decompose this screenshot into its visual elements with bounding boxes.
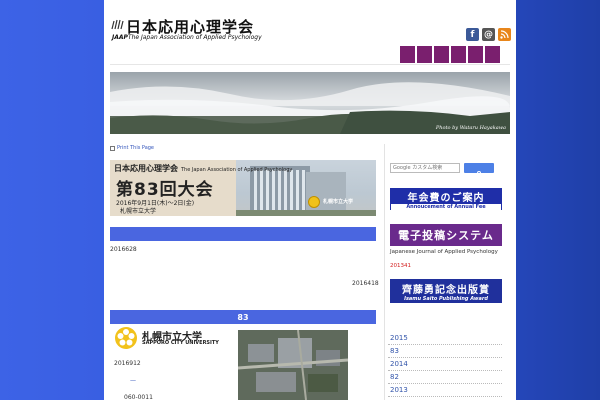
- journal-number[interactable]: 201341: [390, 263, 411, 269]
- photo-credit: Photo by Wataru Hayakawa: [435, 125, 506, 131]
- site-abbr: JAAP: [112, 34, 128, 41]
- news-date-2: 2016418: [352, 280, 379, 287]
- main-nav: [400, 46, 500, 63]
- university-emblem-icon: [308, 196, 320, 208]
- print-link[interactable]: Print This Page: [110, 145, 154, 151]
- annual-fee-label: 年会費のご案内: [407, 192, 485, 204]
- annual-fee-sub: Annoucement of Annual Fee: [391, 203, 501, 210]
- archive-item[interactable]: 2013: [388, 384, 502, 397]
- nav-item-2[interactable]: [417, 46, 432, 63]
- submission-system-banner[interactable]: 電子投稿システム: [390, 224, 502, 246]
- conference-heading-bar: 83: [110, 310, 376, 324]
- printer-icon: [110, 145, 115, 151]
- conference-banner[interactable]: 日本応用心理学会 The Japan Association of Applied…: [110, 160, 376, 216]
- campus-link[interactable]: —: [130, 377, 136, 384]
- conference-org-en: The Japan Association of Applied Psychol…: [181, 167, 293, 173]
- conference-org: 日本応用心理学会 The Japan Association of Applied…: [114, 163, 292, 174]
- rss-icon[interactable]: [498, 28, 511, 41]
- news-heading-bar: [110, 227, 376, 241]
- campus-aerial-photo: [238, 330, 348, 400]
- archive-item[interactable]: 2015: [388, 332, 502, 345]
- nav-item-3[interactable]: [434, 46, 449, 63]
- conference-org-ja: 日本応用心理学会: [114, 164, 178, 173]
- logo-mark-icon: [111, 19, 124, 30]
- archive-list: 2015 83 2014 82 2013: [388, 332, 502, 397]
- site-search: [390, 163, 494, 175]
- submission-system-label: 電子投稿システム: [398, 229, 494, 242]
- column-divider: [384, 144, 385, 400]
- news-date-1: 2016628: [110, 246, 137, 253]
- conference-logo-label: 札幌市立大学: [323, 199, 354, 205]
- site-subtitle-text: The Japan Association of Applied Psychol…: [127, 34, 262, 41]
- archive-item[interactable]: 83: [388, 345, 502, 358]
- search-button[interactable]: [464, 163, 494, 175]
- archive-item[interactable]: 2014: [388, 358, 502, 371]
- conference-venue: 札幌市立大学: [120, 208, 157, 215]
- social-links: f @: [466, 28, 511, 41]
- nav-item-1[interactable]: [400, 46, 415, 63]
- nav-item-5[interactable]: [468, 46, 483, 63]
- annual-fee-banner[interactable]: 年会費のご案内 Annoucement of Annual Fee: [390, 188, 502, 210]
- award-sub: Isamu Saito Publishing Award: [404, 295, 488, 302]
- email-icon[interactable]: @: [482, 28, 495, 41]
- search-icon: [477, 171, 481, 175]
- conference-title: 第83回大会: [116, 180, 214, 200]
- campus-date: 2016912: [114, 360, 141, 367]
- archive-item[interactable]: 82: [388, 371, 502, 384]
- journal-label: Japanese Journal of Applied Psychology: [390, 249, 498, 255]
- print-link-label: Print This Page: [117, 145, 155, 151]
- award-banner[interactable]: 齊藤勇記念出版賞 Isamu Saito Publishing Award: [390, 279, 502, 303]
- award-label: 齊藤勇記念出版賞: [402, 284, 490, 296]
- banner-image: Photo by Wataru Hayakawa: [110, 72, 510, 134]
- header-divider: [110, 64, 510, 65]
- university-name-en: SAPPORO CITY UNIVERSITY: [142, 340, 219, 346]
- university-emblem-icon: [115, 327, 137, 349]
- nav-item-4[interactable]: [451, 46, 466, 63]
- page-container: 日本応用心理学会 JAAPThe Japan Association of Ap…: [104, 0, 516, 400]
- site-subtitle: JAAPThe Japan Association of Applied Psy…: [112, 34, 262, 41]
- nav-item-6[interactable]: [485, 46, 500, 63]
- search-input[interactable]: [390, 163, 460, 173]
- postal-code: 060-0011: [124, 394, 153, 400]
- facebook-icon[interactable]: f: [466, 28, 479, 41]
